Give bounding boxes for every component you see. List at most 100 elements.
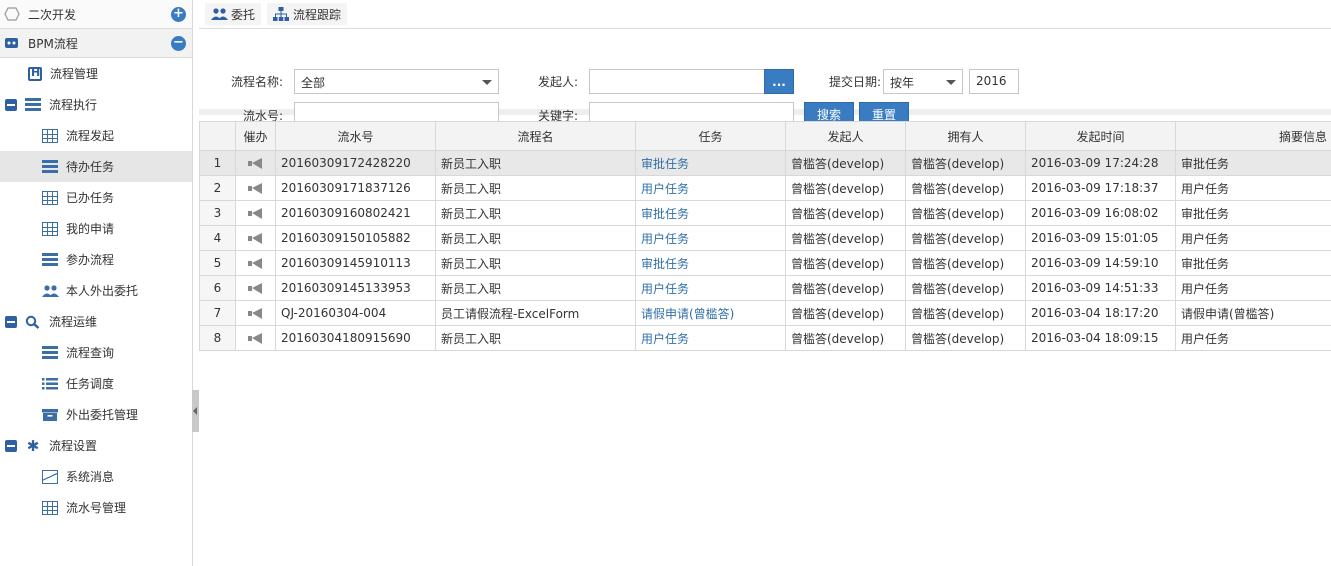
megaphone-icon[interactable] bbox=[248, 283, 263, 294]
urge-cell[interactable] bbox=[235, 250, 276, 276]
collapse-toggle-icon[interactable] bbox=[5, 98, 17, 111]
collapse-toggle-icon[interactable] bbox=[5, 439, 17, 452]
sidebar-item-label: 流程查询 bbox=[66, 346, 115, 360]
column-header-start-time[interactable]: 发起时间 bbox=[1025, 121, 1176, 151]
sidebar: 二次开发 + BPM流程 − 流程管理 流程执行 流程发起 待办任务 已办任务 bbox=[0, 0, 193, 566]
users-icon bbox=[211, 7, 228, 21]
sidebar-item-system-messages[interactable]: 系统消息 bbox=[0, 461, 192, 492]
period-select[interactable]: 按年 bbox=[883, 69, 963, 94]
urge-cell[interactable] bbox=[235, 325, 276, 351]
task-link[interactable]: 审批任务 bbox=[635, 150, 786, 176]
serial-cell: 20160309172428220 bbox=[275, 150, 436, 176]
megaphone-icon[interactable] bbox=[248, 233, 263, 244]
row-index: 5 bbox=[199, 250, 236, 276]
sidebar-item-task-scheduling[interactable]: 任务调度 bbox=[0, 368, 192, 399]
megaphone-icon[interactable] bbox=[248, 183, 263, 194]
table-row[interactable]: 6 20160309145133953 新员工入职 用户任务 曾槛答(develop) 曾… bbox=[199, 275, 1331, 301]
table-row[interactable]: 2 20160309171837126 新员工入职 用户任务 曾槛答(develop) 曾… bbox=[199, 175, 1331, 201]
initiator-input[interactable] bbox=[589, 69, 765, 94]
sidebar-item-done-tasks[interactable]: 已办任务 bbox=[0, 182, 192, 213]
task-link[interactable]: 用户任务 bbox=[635, 325, 786, 351]
collapse-button[interactable]: − bbox=[171, 36, 186, 51]
sidebar-item-participated[interactable]: 参办流程 bbox=[0, 244, 192, 275]
sidebar-item-label: 系统消息 bbox=[66, 470, 115, 484]
sidebar-item-my-delegation[interactable]: 本人外出委托 bbox=[0, 275, 192, 306]
task-link[interactable]: 审批任务 bbox=[635, 250, 786, 276]
section-secondary-dev[interactable]: 二次开发 + bbox=[0, 0, 192, 29]
sidebar-item-label: 我的申请 bbox=[66, 222, 115, 236]
summary-cell: 用户任务 bbox=[1175, 225, 1331, 251]
process-name-select[interactable]: 全部 bbox=[294, 69, 499, 94]
start-time-cell: 2016-03-09 14:59:10 bbox=[1025, 250, 1176, 276]
column-header-initiator[interactable]: 发起人 bbox=[785, 121, 906, 151]
main-content: 委托 流程跟踪 流程名称: 全部 发起人: ... 提交日期: 按年 2016 … bbox=[199, 0, 1331, 566]
expand-button[interactable]: + bbox=[171, 7, 186, 22]
table-row[interactable]: 7 QJ-20160304-004 员工请假流程-ExcelForm 请假申请(曾槛答… bbox=[199, 300, 1331, 326]
task-link[interactable]: 用户任务 bbox=[635, 175, 786, 201]
initiator-cell: 曾槛答(develop) bbox=[785, 300, 906, 326]
process-cell: 新员工入职 bbox=[435, 250, 636, 276]
urge-cell[interactable] bbox=[235, 150, 276, 176]
table-row[interactable]: 4 20160309150105882 新员工入职 用户任务 曾槛答(develop) 曾… bbox=[199, 225, 1331, 251]
sidebar-group-process-ops[interactable]: 流程运维 bbox=[0, 306, 192, 337]
section-bpm[interactable]: BPM流程 − bbox=[0, 29, 192, 58]
megaphone-icon[interactable] bbox=[248, 308, 263, 319]
table-body: 1 20160309172428220 新员工入职 审批任务 曾槛答(develop) 曾… bbox=[199, 150, 1331, 351]
megaphone-icon[interactable] bbox=[248, 208, 263, 219]
column-header-summary[interactable]: 摘要信息 bbox=[1175, 121, 1331, 151]
row-index: 4 bbox=[199, 225, 236, 251]
megaphone-icon[interactable] bbox=[248, 158, 263, 169]
initiator-cell: 曾槛答(develop) bbox=[785, 200, 906, 226]
sidebar-item-process-management[interactable]: 流程管理 bbox=[0, 58, 192, 89]
list-icon bbox=[25, 97, 41, 112]
task-link[interactable]: 审批任务 bbox=[635, 200, 786, 226]
sidebar-item-todo-tasks[interactable]: 待办任务 bbox=[0, 151, 192, 182]
urge-cell[interactable] bbox=[235, 225, 276, 251]
sidebar-item-serial-management[interactable]: 流水号管理 bbox=[0, 492, 192, 523]
delegate-button[interactable]: 委托 bbox=[205, 3, 262, 25]
column-header-serial[interactable]: 流水号 bbox=[275, 121, 436, 151]
sidebar-item-start-process[interactable]: 流程发起 bbox=[0, 120, 192, 151]
summary-cell: 用户任务 bbox=[1175, 275, 1331, 301]
megaphone-icon[interactable] bbox=[248, 333, 263, 344]
sidebar-item-process-query[interactable]: 流程查询 bbox=[0, 337, 192, 368]
task-link[interactable]: 用户任务 bbox=[635, 275, 786, 301]
owner-cell: 曾槛答(develop) bbox=[905, 250, 1026, 276]
sidebar-collapse-handle[interactable] bbox=[192, 390, 199, 432]
sidebar-item-my-requests[interactable]: 我的申请 bbox=[0, 213, 192, 244]
submit-date-label: 提交日期: bbox=[828, 75, 881, 89]
urge-cell[interactable] bbox=[235, 200, 276, 226]
table-row[interactable]: 3 20160309160802421 新员工入职 审批任务 曾槛答(develop) 曾… bbox=[199, 200, 1331, 226]
column-header-task[interactable]: 任务 bbox=[635, 121, 786, 151]
table-row[interactable]: 8 20160304180915690 新员工入职 用户任务 曾槛答(develop) 曾… bbox=[199, 325, 1331, 351]
task-link[interactable]: 用户任务 bbox=[635, 225, 786, 251]
initiator-label: 发起人: bbox=[537, 75, 578, 89]
year-input[interactable]: 2016 bbox=[969, 69, 1019, 94]
urge-cell[interactable] bbox=[235, 175, 276, 201]
owner-cell: 曾槛答(develop) bbox=[905, 325, 1026, 351]
collapse-toggle-icon[interactable] bbox=[5, 315, 17, 328]
initiator-picker-button[interactable]: ... bbox=[764, 69, 794, 94]
sidebar-group-process-settings[interactable]: ✱ 流程设置 bbox=[0, 430, 192, 461]
column-header-urge[interactable]: 催办 bbox=[235, 121, 276, 151]
section-label: 二次开发 bbox=[28, 7, 77, 22]
column-header-owner[interactable]: 拥有人 bbox=[905, 121, 1026, 151]
table-row[interactable]: 5 20160309145910113 新员工入职 审批任务 曾槛答(develop) 曾… bbox=[199, 250, 1331, 276]
trace-button[interactable]: 流程跟踪 bbox=[267, 3, 348, 25]
serial-cell: 20160309171837126 bbox=[275, 175, 436, 201]
row-index: 2 bbox=[199, 175, 236, 201]
start-time-cell: 2016-03-09 16:08:02 bbox=[1025, 200, 1176, 226]
urge-cell[interactable] bbox=[235, 300, 276, 326]
list-icon bbox=[42, 252, 58, 267]
sidebar-group-process-execution[interactable]: 流程执行 bbox=[0, 89, 192, 120]
sidebar-item-delegation-management[interactable]: 外出委托管理 bbox=[0, 399, 192, 430]
column-header-process[interactable]: 流程名 bbox=[435, 121, 636, 151]
urge-cell[interactable] bbox=[235, 275, 276, 301]
initiator-cell: 曾槛答(develop) bbox=[785, 225, 906, 251]
table-row[interactable]: 1 20160309172428220 新员工入职 审批任务 曾槛答(develop) 曾… bbox=[199, 150, 1331, 176]
task-link[interactable]: 请假申请(曾槛答) bbox=[635, 300, 786, 326]
process-cell: 新员工入职 bbox=[435, 275, 636, 301]
megaphone-icon[interactable] bbox=[248, 258, 263, 269]
summary-cell: 请假申请(曾槛答) bbox=[1175, 300, 1331, 326]
list-icon bbox=[42, 159, 58, 174]
